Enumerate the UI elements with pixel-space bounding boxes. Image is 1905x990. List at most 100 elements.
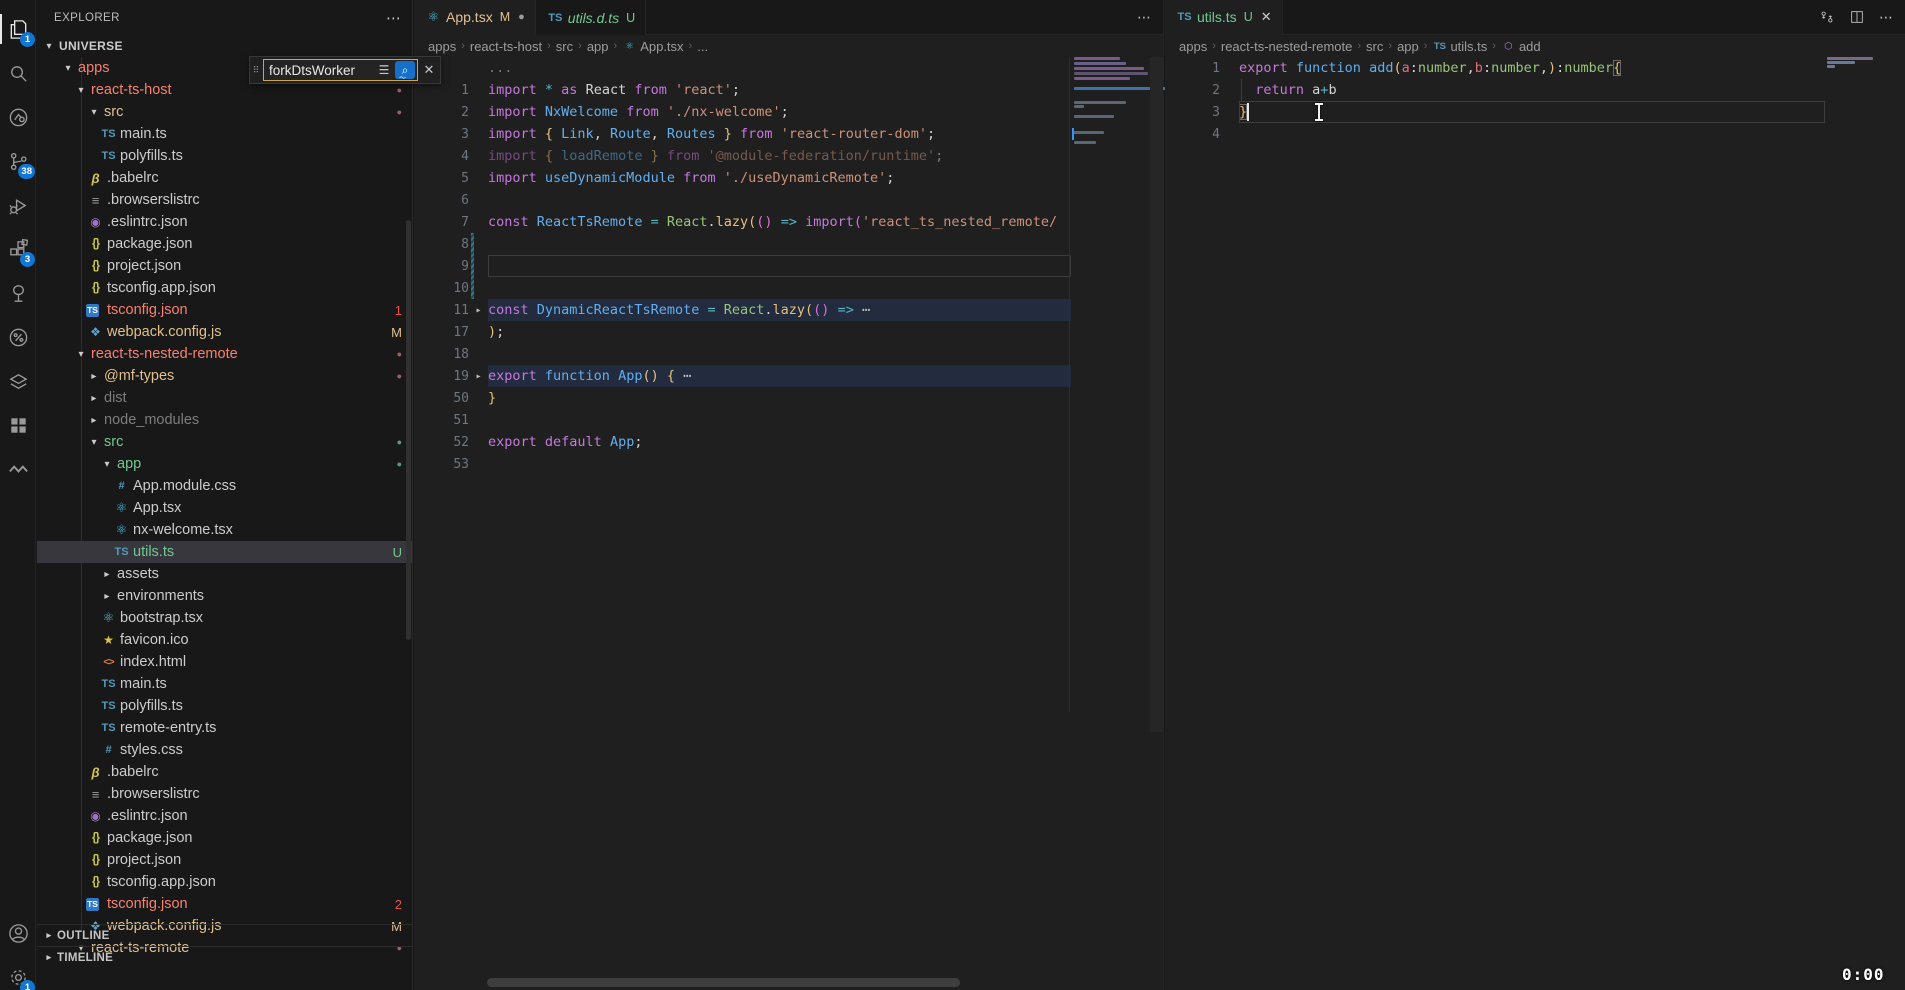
tree-item-node-modules[interactable]: ▾node_modules xyxy=(37,409,412,431)
tree-item--eslintrc-json[interactable]: ◉.eslintrc.json xyxy=(37,805,412,827)
breadcrumb-item[interactable]: ⚛App.tsx xyxy=(622,39,683,54)
tree-item-src[interactable]: ▾src● xyxy=(37,431,412,453)
tree-item-tsconfig-json[interactable]: TStsconfig.json2 xyxy=(37,893,412,915)
breadcrumb-item[interactable]: app xyxy=(1397,39,1419,54)
tree-item-package-json[interactable]: {}package.json xyxy=(37,233,412,255)
tree-item-app[interactable]: ▾app● xyxy=(37,453,412,475)
tree-item-main-ts[interactable]: TSmain.ts xyxy=(37,123,412,145)
tree-item-project-json[interactable]: {}project.json xyxy=(37,255,412,277)
activity-bar-account-icon[interactable] xyxy=(0,912,36,954)
tree-item--babelrc[interactable]: β.babelrc xyxy=(37,167,412,189)
sidebar-scrollbar[interactable] xyxy=(406,220,411,640)
close-icon[interactable]: ✕ xyxy=(1261,9,1272,25)
code-editor-app-tsx[interactable]: ...1import * as React from 'react';2impo… xyxy=(414,57,1071,990)
editor-more-actions-icon[interactable]: ⋯ xyxy=(1137,9,1151,26)
tab-utils-d-ts[interactable]: TSutils.d.tsU xyxy=(536,0,646,35)
tree-item-react-ts-nested-remote[interactable]: ▾react-ts-nested-remote● xyxy=(37,343,412,365)
line-number: 5 xyxy=(414,171,469,186)
editor-more-actions-icon[interactable]: ⋯ xyxy=(1879,9,1893,26)
tree-item-tsconfig-app-json[interactable]: {}tsconfig.app.json xyxy=(37,277,412,299)
workspace-root-universe[interactable]: ▾UNIVERSE xyxy=(37,35,412,57)
tree-item--browserslistrc[interactable]: ≡.browserslistrc xyxy=(37,783,412,805)
activity-bar-tree-icon[interactable] xyxy=(0,272,36,314)
minimap[interactable] xyxy=(1072,57,1150,457)
breadcrumb-item[interactable]: apps xyxy=(1179,39,1207,54)
open-changes-icon[interactable] xyxy=(1819,9,1835,25)
tree-item-app-module-css[interactable]: #App.module.css xyxy=(37,475,412,497)
tree-item-main-ts[interactable]: TSmain.ts xyxy=(37,673,412,695)
tree-item-polyfills-ts[interactable]: TSpolyfills.ts xyxy=(37,695,412,717)
timeline-section-header[interactable]: ▾ TIMELINE xyxy=(37,946,412,968)
editor-scrollbar[interactable] xyxy=(1150,57,1163,732)
tree-item-project-json[interactable]: {}project.json xyxy=(37,849,412,871)
tree-item--mf-types[interactable]: ▾@mf-types● xyxy=(37,365,412,387)
outline-section-header[interactable]: ▾ OUTLINE xyxy=(37,924,412,946)
tree-item-webpack-config-js[interactable]: ❖webpack.config.jsM xyxy=(37,321,412,343)
code-line-19: 19▸export function App() { ⋯ xyxy=(414,365,1071,387)
code-line-11: 11▸const DynamicReactTsRemote = React.la… xyxy=(414,299,1071,321)
breadcrumb-item[interactable]: ... xyxy=(697,39,708,54)
activity-bar-layers-icon[interactable] xyxy=(0,360,36,402)
tree-item-favicon-ico[interactable]: ★favicon.ico xyxy=(37,629,412,651)
breadcrumb-item[interactable]: ⬡add xyxy=(1501,39,1541,54)
code-line-50: 50} xyxy=(414,387,1071,409)
tree-item-assets[interactable]: ▾assets xyxy=(37,563,412,585)
chevron-right-icon: ▾ xyxy=(44,950,55,966)
fold-chevron-icon[interactable]: ▸ xyxy=(469,305,488,316)
breadcrumb-item[interactable]: react-ts-host xyxy=(470,39,542,54)
fuzzy-search-icon[interactable]: ⌕ xyxy=(395,61,415,79)
tree-item-app-tsx[interactable]: ⚛App.tsx xyxy=(37,497,412,519)
tree-item-utils-ts[interactable]: TSutils.tsU xyxy=(37,541,412,563)
timeline-label: TIMELINE xyxy=(57,952,113,964)
breadcrumb-item[interactable]: app xyxy=(587,39,609,54)
activity-bar-search-icon[interactable] xyxy=(0,52,36,94)
minimap-border xyxy=(1069,57,1070,712)
tree-item-bootstrap-tsx[interactable]: ⚛bootstrap.tsx xyxy=(37,607,412,629)
breadcrumb-item[interactable]: src xyxy=(556,39,573,54)
sidebar-more-actions-icon[interactable]: ⋯ xyxy=(386,9,402,27)
tree-item-nx-welcome-tsx[interactable]: ⚛nx-welcome.tsx xyxy=(37,519,412,541)
tab-app-tsx[interactable]: ⚛App.tsxM● xyxy=(414,0,536,35)
activity-bar-settings-icon[interactable]: 1 xyxy=(0,956,36,990)
find-widget-grip[interactable]: ⠿ xyxy=(250,68,263,72)
horizontal-scrollbar[interactable] xyxy=(487,978,960,987)
tree-item-tsconfig-app-json[interactable]: {}tsconfig.app.json xyxy=(37,871,412,893)
tree-item-remote-entry-ts[interactable]: TSremote-entry.ts xyxy=(37,717,412,739)
tree-item--browserslistrc[interactable]: ≡.browserslistrc xyxy=(37,189,412,211)
tree-item--babelrc[interactable]: β.babelrc xyxy=(37,761,412,783)
activity-bar-files-icon[interactable]: 1 xyxy=(0,8,36,50)
tree-item-polyfills-ts[interactable]: TSpolyfills.ts xyxy=(37,145,412,167)
activity-bar-nx-console-icon[interactable] xyxy=(0,96,36,138)
fold-chevron-icon[interactable]: ▸ xyxy=(469,371,488,382)
tree-item-dist[interactable]: ▾dist xyxy=(37,387,412,409)
gutter-modified-marker xyxy=(471,255,474,277)
activity-bar-source-control-icon[interactable]: 38 xyxy=(0,140,36,182)
activity-bar-graph-icon[interactable] xyxy=(0,316,36,358)
find-input[interactable]: forkDtsWorker ☰ ⌕ xyxy=(263,59,418,81)
tree-item-tsconfig-json[interactable]: TStsconfig.json1 xyxy=(37,299,412,321)
tree-item-src[interactable]: ▾src● xyxy=(37,101,412,123)
activity-bar-wave-icon[interactable] xyxy=(0,448,36,490)
code-line-7: 7const ReactTsRemote = React.lazy(() => … xyxy=(414,211,1071,233)
activity-bar-extensions-icon[interactable]: 3 xyxy=(0,228,36,270)
breadcrumb-item[interactable]: TSutils.ts xyxy=(1432,39,1487,54)
tree-item-index-html[interactable]: <>index.html xyxy=(37,651,412,673)
breadcrumb-item[interactable]: src xyxy=(1366,39,1383,54)
breadcrumb-item[interactable]: apps xyxy=(428,39,456,54)
tree-item-package-json[interactable]: {}package.json xyxy=(37,827,412,849)
line-number: 18 xyxy=(414,347,469,362)
split-editor-icon[interactable] xyxy=(1849,9,1865,25)
filter-icon[interactable]: ☰ xyxy=(375,63,393,77)
code-editor-utils-ts[interactable]: 1export function add(a:number,b:number,)… xyxy=(1165,57,1825,990)
minimap[interactable] xyxy=(1825,57,1895,177)
activity-bar-run-debug-icon[interactable] xyxy=(0,184,36,226)
tree-item-styles-css[interactable]: #styles.css xyxy=(37,739,412,761)
activity-bar-grid-icon[interactable] xyxy=(0,404,36,446)
breadcrumb-item[interactable]: react-ts-nested-remote xyxy=(1221,39,1353,54)
unsaved-dot-icon[interactable]: ● xyxy=(518,11,525,23)
tab-utils-ts[interactable]: TSutils.tsU✕ xyxy=(1165,0,1283,35)
find-close-icon[interactable]: ✕ xyxy=(418,62,440,78)
tree-item-environments[interactable]: ▾environments xyxy=(37,585,412,607)
line-number: 8 xyxy=(414,237,469,252)
tree-item--eslintrc-json[interactable]: ◉.eslintrc.json xyxy=(37,211,412,233)
